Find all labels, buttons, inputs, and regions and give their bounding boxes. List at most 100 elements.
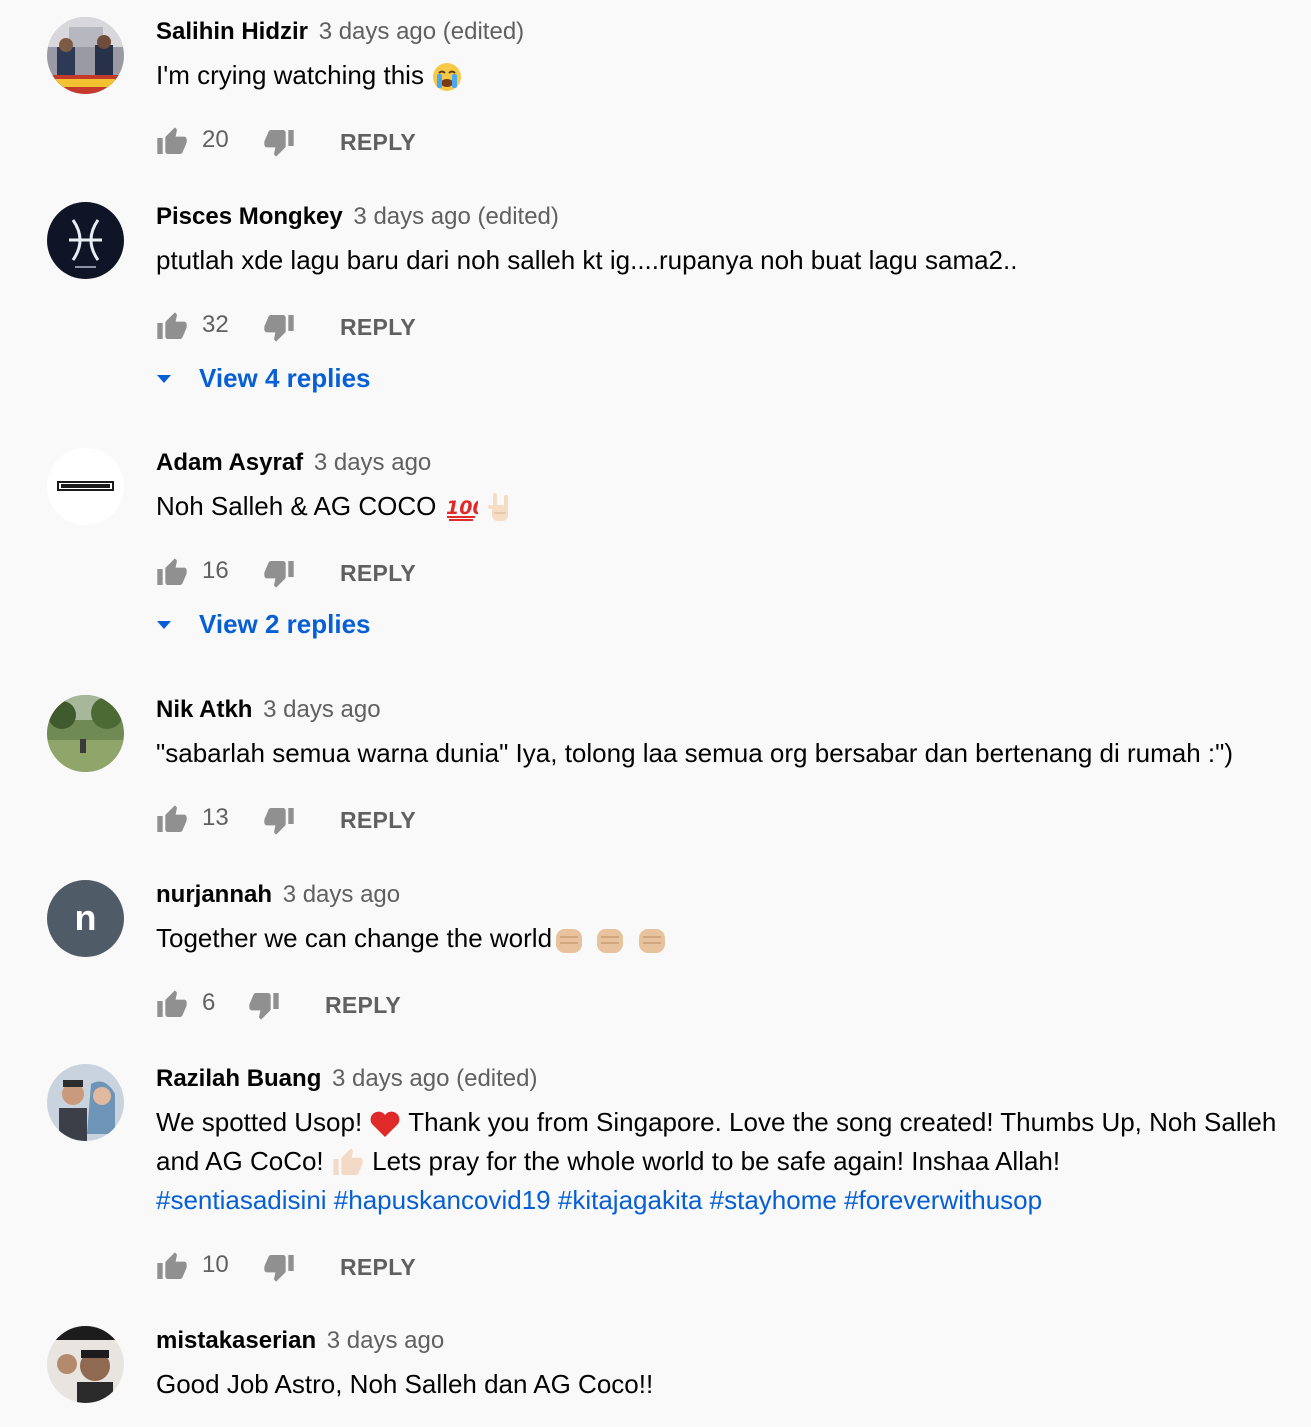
reply-button[interactable]: REPLY [325,985,401,1025]
author-name[interactable]: Salihin Hidzir [156,18,308,45]
comment-body: Razilah Buang 3 days ago (edited) We spo… [156,1064,1286,1287]
reply-button[interactable]: REPLY [340,800,416,840]
thumbs-up-icon[interactable] [156,1251,188,1283]
author-name[interactable]: Razilah Buang [156,1065,321,1092]
avatar[interactable] [47,202,124,279]
comment-text-content: Noh Salleh & AG COCO [156,491,437,521]
avatar[interactable] [47,17,124,94]
comment-header: Adam Asyraf 3 days ago [156,448,1286,478]
comment-actions: 10 REPLY [156,1247,1286,1287]
like-count: 20 [202,126,229,153]
comment-timestamp[interactable]: 3 days ago (edited) [353,203,558,230]
caret-down-icon [157,375,171,383]
comment-timestamp[interactable]: 3 days ago [263,696,380,723]
reply-button[interactable]: REPLY [340,1247,416,1287]
comment-header: Salihin Hidzir 3 days ago (edited) [156,17,1286,47]
thumbs-up-icon[interactable] [156,311,188,343]
avatar-letter: n [75,897,97,938]
comment-timestamp[interactable]: 3 days ago [283,881,400,908]
author-name[interactable]: Nik Atkh [156,696,252,723]
comment-body: Adam Asyraf 3 days ago Noh Salleh & AG C… [156,448,1286,641]
avatar-image [47,695,124,772]
comment-body: mistakaserian 3 days ago Good Job Astro,… [156,1326,1286,1404]
avatar-image [47,1064,124,1141]
thumbs-up-emoji [331,1147,365,1179]
hashtag-link[interactable]: #foreverwithusop [844,1185,1042,1215]
raised-fist-emoji [593,923,627,957]
comment-timestamp[interactable]: 3 days ago (edited) [332,1065,537,1092]
comment-text: Noh Salleh & AG COCO 100 [156,487,1286,526]
comment-actions: 32 REPLY [156,307,1286,347]
comment-actions: 16 REPLY [156,553,1286,593]
view-replies-button[interactable]: View 2 replies [156,607,1286,641]
svg-text:100: 100 [446,497,478,519]
comment-body: Nik Atkh 3 days ago "sabarlah semua warn… [156,695,1286,840]
view-replies-button[interactable]: View 4 replies [156,361,1286,395]
avatar[interactable] [47,448,124,525]
like-count: 16 [202,557,229,584]
comment-header: Razilah Buang 3 days ago (edited) [156,1064,1286,1094]
avatar[interactable] [47,1064,124,1141]
author-name[interactable]: nurjannah [156,881,272,908]
hashtag-link[interactable]: #kitajagakita [558,1185,703,1215]
comment-text-content: Together we can change the world [156,923,553,953]
hashtag-link[interactable]: #sentiasadisini [156,1185,327,1215]
raised-fist-emoji [552,923,586,957]
avatar[interactable] [47,695,124,772]
raised-fist-emoji [635,923,669,957]
comment-text: Good Job Astro, Noh Salleh dan AG Coco!! [156,1369,654,1399]
comment-text: Together we can change the world [156,919,1286,958]
thumbs-down-icon[interactable] [263,1251,295,1283]
reply-button[interactable]: REPLY [340,307,416,347]
thumbs-down-icon[interactable] [263,311,295,343]
thumbs-down-icon[interactable] [263,557,295,589]
avatar-image: n [47,880,124,957]
comment-header: nurjannah 3 days ago [156,880,1286,910]
comment-body: Pisces Mongkey 3 days ago (edited) ptutl… [156,202,1286,395]
red-heart-emoji [369,1109,401,1139]
thumbs-down-icon[interactable] [248,989,280,1021]
thumbs-down-icon[interactable] [263,126,295,158]
reply-button[interactable]: REPLY [340,122,416,162]
sign-of-the-horns-emoji [485,491,515,525]
avatar[interactable]: n [47,880,124,957]
comment-timestamp[interactable]: 3 days ago [327,1327,444,1354]
author-name[interactable]: Pisces Mongkey [156,203,343,230]
author-name[interactable]: Adam Asyraf [156,449,303,476]
view-replies-label: View 4 replies [199,363,371,393]
comment-actions: 20 REPLY [156,122,1286,162]
author-name[interactable]: mistakaserian [156,1327,316,1354]
thumbs-up-icon[interactable] [156,804,188,836]
like-count: 32 [202,311,229,338]
reply-button[interactable]: REPLY [340,553,416,593]
loudly-crying-face-emoji [431,61,463,93]
avatar-image [47,448,124,525]
view-replies-label: View 2 replies [199,609,371,639]
comment-timestamp[interactable]: 3 days ago (edited) [319,18,524,45]
comment-text: I'm crying watching this [156,56,1286,95]
comment-actions: 6 REPLY [156,985,1286,1025]
thumbs-down-icon[interactable] [263,804,295,836]
comment-body: nurjannah 3 days ago Together we can cha… [156,880,1286,1025]
avatar-image [47,202,124,279]
hundred-points-emoji: 100 [444,492,478,524]
comment-text: ptutlah xde lagu baru dari noh salleh kt… [156,245,1018,275]
thumbs-up-icon[interactable] [156,557,188,589]
comment-header: Pisces Mongkey 3 days ago (edited) [156,202,1286,232]
avatar-image [47,17,124,94]
hashtag-link[interactable]: #stayhome [710,1185,837,1215]
comment-text: "sabarlah semua warna dunia" Iya, tolong… [156,738,1233,768]
like-count: 10 [202,1251,229,1278]
avatar[interactable] [47,1326,124,1403]
thumbs-up-icon[interactable] [156,989,188,1021]
comment-text-content: I'm crying watching this [156,60,424,90]
avatar-image [47,1326,124,1403]
thumbs-up-icon[interactable] [156,126,188,158]
comment-header: Nik Atkh 3 days ago [156,695,1286,725]
comment-text-part: Lets pray for the whole world to be safe… [372,1146,1061,1176]
hashtag-link[interactable]: #hapuskancovid19 [334,1185,551,1215]
comment-text-part: We spotted Usop! [156,1107,363,1137]
comment-actions: 13 REPLY [156,800,1286,840]
comment-timestamp[interactable]: 3 days ago [314,449,431,476]
comments-section: Salihin Hidzir 3 days ago (edited) I'm c… [0,0,1311,1427]
